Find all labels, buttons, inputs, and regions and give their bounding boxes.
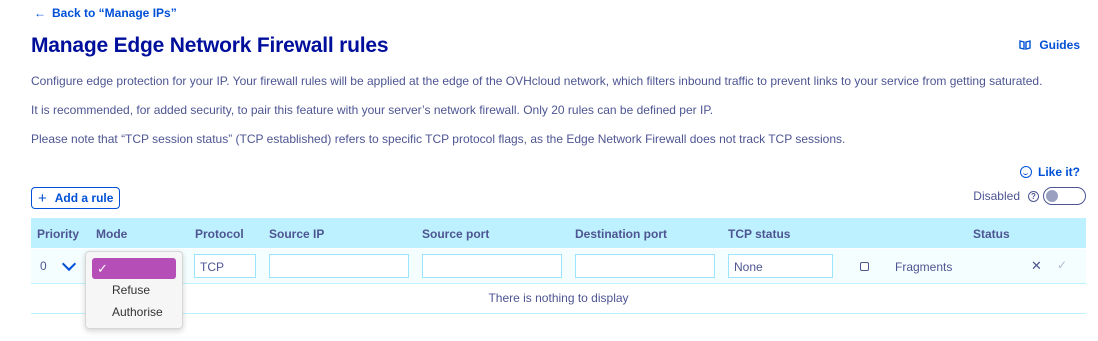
confirm-icon[interactable]: ✓ bbox=[1057, 258, 1067, 272]
header-mode: Mode bbox=[96, 227, 128, 241]
add-rule-label: Add a rule bbox=[54, 191, 114, 205]
firewall-toggle[interactable] bbox=[1043, 187, 1086, 205]
guides-label: Guides bbox=[1039, 38, 1080, 52]
help-icon[interactable]: ? bbox=[1028, 190, 1039, 202]
edit-rule-row: 0 TCP None Fragments ✕ ✓ bbox=[31, 249, 1086, 284]
protocol-select[interactable]: TCP bbox=[194, 254, 256, 278]
back-link[interactable]: ← Back to “Manage IPs” bbox=[34, 6, 177, 20]
plus-icon: + bbox=[38, 189, 47, 207]
header-destination-port: Destination port bbox=[575, 227, 667, 241]
fragments-checkbox[interactable] bbox=[860, 262, 869, 271]
mode-dropdown: ✓ Refuse Authorise bbox=[85, 251, 183, 329]
source-ip-input[interactable] bbox=[269, 254, 409, 278]
cancel-icon[interactable]: ✕ bbox=[1031, 258, 1042, 274]
toggle-knob bbox=[1046, 190, 1058, 202]
description-1: Configure edge protection for your IP. Y… bbox=[31, 74, 1043, 88]
priority-value: 0 bbox=[40, 259, 47, 273]
table-header: Priority Mode Protocol Source IP Source … bbox=[31, 218, 1086, 248]
header-priority: Priority bbox=[37, 227, 80, 241]
firewall-status: Disabled ? bbox=[973, 187, 1086, 205]
book-icon bbox=[1019, 40, 1032, 50]
back-link-label: Back to “Manage IPs” bbox=[52, 6, 177, 20]
header-status: Status bbox=[973, 227, 1010, 241]
tcp-status-select[interactable]: None bbox=[728, 254, 833, 278]
mode-option-refuse[interactable]: Refuse bbox=[112, 283, 150, 297]
description-2: It is recommended, for added security, t… bbox=[31, 103, 714, 117]
arrow-left-icon: ← bbox=[34, 6, 46, 20]
destination-port-input[interactable] bbox=[575, 254, 715, 278]
priority-select[interactable]: 0 bbox=[36, 254, 82, 278]
chevron-down-icon bbox=[61, 256, 77, 272]
source-port-input[interactable] bbox=[422, 254, 562, 278]
add-rule-button[interactable]: + Add a rule bbox=[31, 187, 121, 209]
like-it-label: Like it? bbox=[1037, 165, 1080, 179]
page-title: Manage Edge Network Firewall rules bbox=[31, 34, 389, 57]
mode-option-authorise[interactable]: Authorise bbox=[112, 305, 163, 319]
guides-link[interactable]: Guides bbox=[1019, 38, 1080, 52]
mode-option-selected[interactable]: ✓ bbox=[92, 258, 176, 279]
description-3: Please note that “TCP session status” (T… bbox=[31, 132, 846, 146]
like-it-link[interactable]: Like it? bbox=[1019, 165, 1080, 179]
fragments-label: Fragments bbox=[895, 260, 953, 274]
header-source-ip: Source IP bbox=[269, 227, 325, 241]
header-tcp-status: TCP status bbox=[728, 227, 791, 241]
smiley-icon bbox=[1019, 166, 1032, 178]
firewall-status-label: Disabled bbox=[973, 189, 1020, 203]
header-protocol: Protocol bbox=[195, 227, 244, 241]
empty-message: There is nothing to display bbox=[31, 283, 1086, 314]
header-source-port: Source port bbox=[422, 227, 490, 241]
